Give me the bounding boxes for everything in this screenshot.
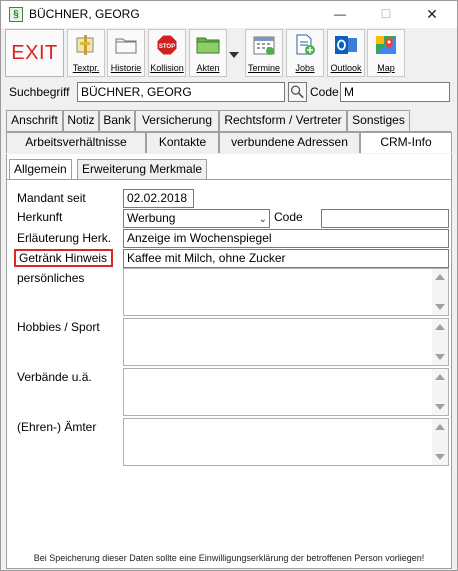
search-button[interactable]	[288, 82, 307, 102]
herkunft-value: Werbung	[127, 211, 176, 225]
toolbar: EXIT Textpr. Historie STOP Kollision Akt…	[1, 28, 457, 80]
subtab-allgemein[interactable]: Allgemein	[9, 159, 72, 180]
ehren-aemter-label: (Ehren-) Ämter	[17, 420, 97, 434]
close-button[interactable]: ✕	[409, 1, 455, 28]
akten-dropdown-arrow-icon[interactable]	[229, 52, 239, 58]
tab-kontakte[interactable]: Kontakte	[146, 132, 219, 153]
scroll-down-icon[interactable]	[435, 304, 445, 310]
tab-bank[interactable]: Bank	[99, 110, 135, 131]
herkunft-code-label: Code	[274, 210, 303, 224]
persoenliches-label: persönliches	[17, 271, 85, 285]
jobs-button[interactable]: Jobs	[286, 29, 324, 77]
akten-button[interactable]: Akten	[189, 29, 227, 77]
scroll-up-icon[interactable]	[435, 274, 445, 280]
mandant-seit-field[interactable]: 02.02.2018	[123, 189, 194, 208]
hobbies-sport-textarea[interactable]	[123, 318, 449, 366]
minimize-button[interactable]: —	[317, 1, 363, 28]
chevron-down-icon: ⌄	[258, 214, 267, 225]
stop-sign-icon: STOP	[156, 34, 178, 56]
tab-arbeitsverhaeltnisse[interactable]: Arbeitsverhältnisse	[6, 132, 146, 153]
tab-versicherung[interactable]: Versicherung	[135, 110, 219, 131]
map-button[interactable]: Map	[367, 29, 405, 77]
akten-label: Akten	[196, 63, 220, 73]
hobbies-scrollbar[interactable]	[432, 319, 448, 365]
folder-icon	[115, 38, 137, 54]
persoenliches-textarea[interactable]	[123, 268, 449, 316]
getraenk-hinweis-label: Getränk Hinweis	[14, 249, 114, 267]
search-label: Suchbegriff	[9, 85, 70, 99]
code-label: Code	[310, 85, 339, 99]
verbaende-label: Verbände u.ä.	[17, 370, 92, 384]
kollision-label: Kollision	[150, 63, 184, 73]
kollision-button[interactable]: STOP Kollision	[148, 29, 186, 77]
exit-button[interactable]: EXIT	[5, 29, 64, 77]
historie-label: Historie	[110, 63, 142, 73]
scroll-up-icon[interactable]	[435, 424, 445, 430]
map-label: Map	[377, 63, 395, 73]
maximize-button[interactable]: ☐	[363, 1, 409, 28]
app-icon: §	[9, 7, 23, 22]
scroll-down-icon[interactable]	[435, 404, 445, 410]
search-row: Suchbegriff BÜCHNER, GEORG Code M	[1, 81, 457, 103]
tab-sonstiges[interactable]: Sonstiges	[347, 110, 410, 131]
verbaende-scrollbar[interactable]	[432, 369, 448, 415]
textpr-button[interactable]: Textpr.	[67, 29, 105, 77]
window-title: BÜCHNER, GEORG	[29, 7, 140, 21]
outlook-button[interactable]: Outlook	[327, 29, 365, 77]
herkunft-label: Herkunft	[17, 210, 63, 224]
calendar-icon	[253, 36, 275, 55]
aemter-scrollbar[interactable]	[432, 419, 448, 465]
verbaende-textarea[interactable]	[123, 368, 449, 416]
svg-text:STOP: STOP	[159, 44, 175, 50]
termine-label: Termine	[247, 63, 280, 73]
green-folder-icon	[196, 37, 220, 54]
document-add-icon	[296, 34, 315, 55]
outlook-label: Outlook	[330, 63, 362, 73]
herkunft-code-field[interactable]	[321, 209, 449, 228]
scroll-up-icon[interactable]	[435, 374, 445, 380]
scroll-down-icon[interactable]	[435, 354, 445, 360]
outlook-icon	[335, 36, 357, 54]
getraenk-hinweis-field[interactable]: Kaffee mit Milch, ohne Zucker	[123, 249, 449, 268]
hobbies-sport-label: Hobbies / Sport	[17, 320, 100, 334]
tab-verbundene-adressen[interactable]: verbundene Adressen	[219, 132, 360, 153]
title-bar: § BÜCHNER, GEORG — ☐ ✕	[1, 1, 457, 28]
historie-button[interactable]: Historie	[107, 29, 145, 77]
search-input[interactable]: BÜCHNER, GEORG	[77, 82, 285, 102]
persoenliches-scrollbar[interactable]	[432, 269, 448, 315]
tab-rechtsform[interactable]: Rechtsform / Vertreter	[219, 110, 347, 131]
mandant-seit-label: Mandant seit	[17, 191, 86, 205]
ehren-aemter-textarea[interactable]	[123, 418, 449, 466]
textpr-label: Textpr.	[72, 63, 100, 73]
consent-note: Bei Speicherung dieser Daten sollte eine…	[33, 553, 425, 563]
code-input[interactable]: M	[340, 82, 450, 102]
tab-anschrift[interactable]: Anschrift	[6, 110, 63, 131]
herkunft-select[interactable]: Werbung ⌄	[123, 209, 270, 228]
erlaeuterung-label: Erläuterung Herk.	[17, 231, 112, 245]
main-window: § BÜCHNER, GEORG — ☐ ✕ EXIT Textpr. Hist…	[0, 0, 458, 571]
tab-crm-info[interactable]: CRM-Info	[360, 132, 452, 153]
tab-notiz[interactable]: Notiz	[63, 110, 99, 131]
crm-info-panel: Allgemein Erweiterung Merkmale Mandant s…	[6, 154, 452, 569]
subtab-divider	[7, 179, 452, 180]
search-icon	[290, 85, 304, 99]
map-icon	[376, 36, 396, 54]
erlaeuterung-field[interactable]: Anzeige im Wochenspiegel	[123, 229, 449, 248]
termine-button[interactable]: Termine	[245, 29, 283, 77]
subtab-erweiterung-merkmale[interactable]: Erweiterung Merkmale	[77, 159, 208, 180]
jobs-label: Jobs	[295, 63, 315, 73]
scroll-down-icon[interactable]	[435, 454, 445, 460]
scroll-up-icon[interactable]	[435, 324, 445, 330]
text-processor-icon	[76, 35, 94, 55]
